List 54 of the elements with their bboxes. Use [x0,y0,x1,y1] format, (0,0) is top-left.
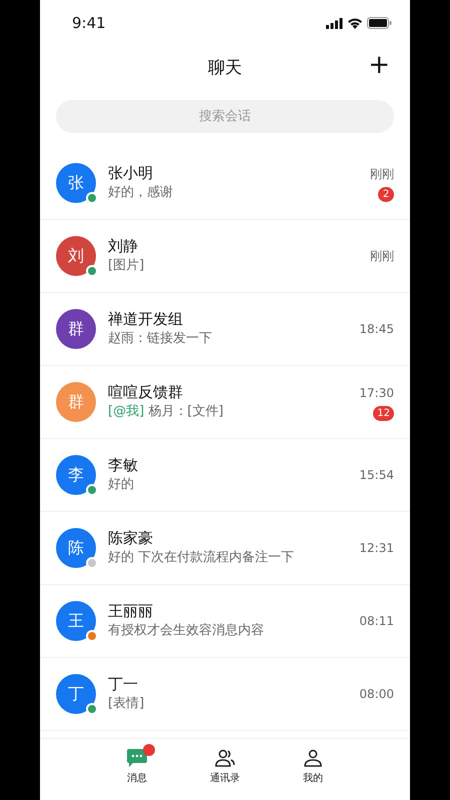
message-preview: [图片] [108,257,146,276]
avatar: 刘 [56,236,96,276]
tab-item[interactable]: 消息 [115,749,159,800]
message-time: 08:11 [359,613,394,630]
avatar: 群 [56,309,96,349]
message-preview: 有授权才会生效容消息内容 [108,622,265,640]
chat-row[interactable]: 李 李敏 好的 15:54 [40,439,410,512]
add-button[interactable]: + [366,52,392,78]
contact-name: 喧喧反馈群 [108,382,184,404]
message-time: 18:45 [359,321,394,338]
chat-row[interactable]: 王 王丽丽 有授权才会生效容消息内容 08:11 [40,585,410,658]
contact-name: 禅道开发组 [108,309,184,330]
avatar: 群 [56,382,96,422]
message-preview: 好的 下次在付款流程内备注一下 [108,549,296,568]
avatar: 丁 [56,674,96,714]
person-icon [303,749,323,767]
status-time: 9:41 [72,12,106,34]
tab-item[interactable]: 我的 [291,749,335,800]
message-time: 08:00 [359,686,394,703]
chat-row[interactable]: 群 喧喧反馈群 [@我] 杨月：[文件] 17:30 12 [40,366,410,439]
message-preview: 赵雨：链接发一下 [108,330,213,348]
avatar: 张 [56,163,96,203]
avatar: 李 [56,455,96,495]
battery-icon [367,17,392,29]
unread-count: 2 [378,186,394,202]
chat-row[interactable]: 丁 丁一 [表情] 08:00 [40,658,410,731]
message-time: 刚刚 [370,248,394,265]
message-preview: [@我] 杨月：[文件] [108,403,224,422]
message-time: 12:31 [359,540,394,557]
contact-name: 陈家豪 [108,528,154,550]
avatar: 王 [56,601,96,641]
chat-row[interactable]: 刘 刘静 [图片] 刚刚 [40,220,410,293]
message-preview: 好的，感谢 [108,184,174,202]
contact-name: 刘静 [108,236,139,258]
tab-item[interactable]: 通讯录 [203,749,247,800]
contact-name: 丁一 [108,674,139,696]
contacts-icon [215,749,235,767]
signal-icon [326,18,343,28]
unread-count: 12 [373,406,394,420]
message-preview: [表情] [108,695,146,714]
contact-name: 李敏 [108,455,139,476]
avatar: 陈 [56,528,96,568]
chat-row[interactable]: 陈 陈家豪 好的 下次在付款流程内备注一下 12:31 [40,512,410,585]
page-title: 聊天 [208,57,242,80]
chat-row[interactable]: 张 张小明 好的，感谢 刚刚 2 [40,147,410,220]
message-preview: 好的 [108,476,135,494]
contact-name: 王丽丽 [108,601,154,622]
wifi-icon [347,17,363,29]
search-field[interactable]: 搜索会话 [56,100,394,133]
contact-name: 张小明 [108,163,154,184]
message-time: 17:30 [359,384,394,402]
message-time: 刚刚 [370,166,394,182]
message-time: 15:54 [359,467,394,484]
chat-row[interactable]: 群 禅道开发组 赵雨：链接发一下 18:45 [40,293,410,366]
